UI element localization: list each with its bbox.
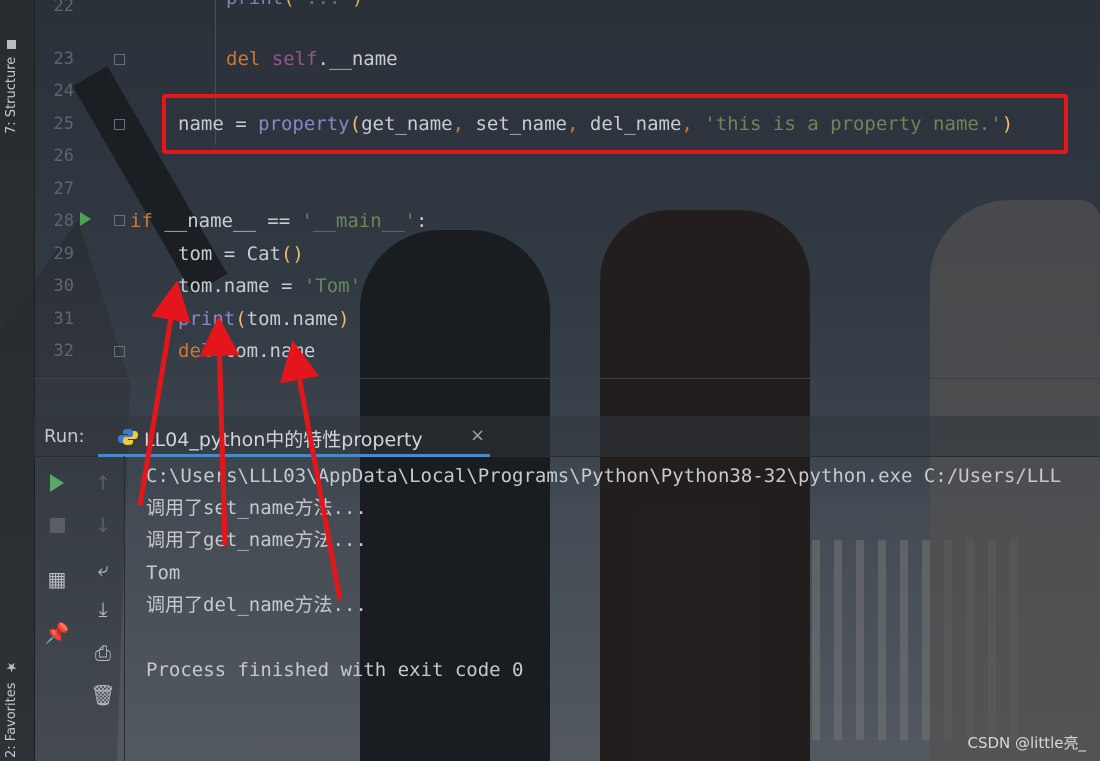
annotation-arrows bbox=[137, 280, 343, 601]
arrow-set-name bbox=[137, 280, 191, 506]
watermark: CSDN @little亮_ bbox=[967, 734, 1086, 752]
arrow-get-name bbox=[199, 316, 240, 546]
arrow-del-name bbox=[279, 340, 343, 601]
